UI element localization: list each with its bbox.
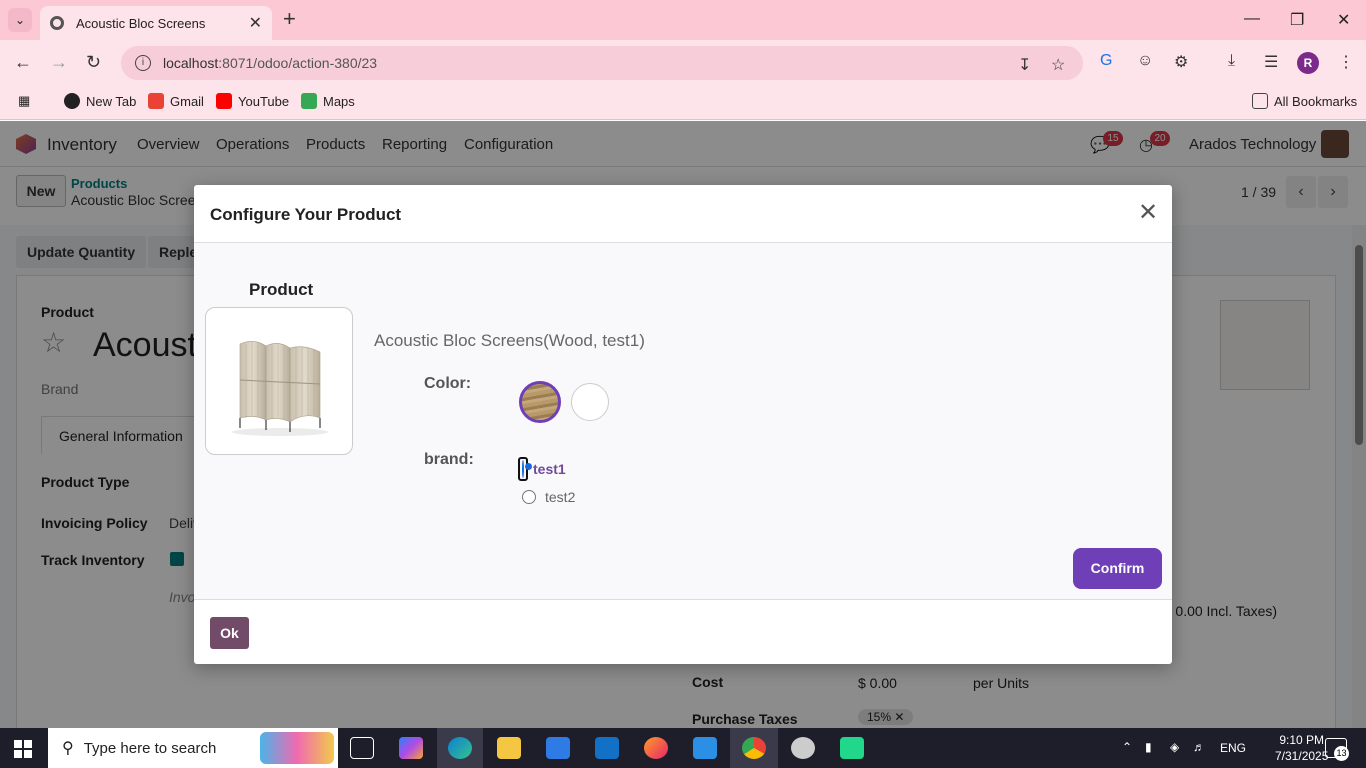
windows-taskbar: ⚲ Type here to search ⌃ ▮ ◈ ♬ ENG 9:10 P… [0, 728, 1366, 768]
folder-icon [1252, 93, 1268, 109]
new-tab-favicon-icon [64, 93, 80, 109]
task-view-icon[interactable] [350, 737, 374, 759]
dialog-close-icon[interactable]: ✕ [1138, 201, 1158, 225]
taskbar-search-placeholder: Type here to search [83, 739, 217, 757]
wifi-icon[interactable]: ◈ [1170, 740, 1179, 754]
gmail-icon [148, 93, 164, 109]
bookmark-star-icon[interactable]: ☆ [1051, 55, 1065, 75]
bookmark-new-tab[interactable]: New Tab [64, 93, 136, 109]
brand-attribute-label: brand: [424, 451, 474, 468]
reload-icon[interactable]: ↻ [86, 52, 101, 73]
windows-start-icon[interactable] [14, 740, 32, 758]
copilot-icon[interactable] [399, 737, 423, 759]
back-icon[interactable]: ← [14, 52, 32, 73]
brand-radio-test2[interactable] [522, 490, 536, 504]
browser-tab[interactable]: Acoustic Bloc Screens ✕ [40, 6, 272, 40]
url-text: localhost:8071/odoo/action-380/23 [163, 55, 378, 71]
pycharm-icon[interactable] [840, 737, 864, 759]
store-icon[interactable] [546, 737, 570, 759]
translate-icon[interactable]: G [1100, 52, 1112, 70]
bookmarks-bar: ▦ New Tab Gmail YouTube Maps All Bookmar… [0, 86, 1366, 120]
language-indicator[interactable]: ENG [1220, 741, 1246, 755]
forward-icon[interactable]: → [50, 52, 68, 73]
search-highlight-image [260, 732, 334, 764]
battery-icon[interactable]: ▮ [1145, 740, 1152, 754]
clock-time: 9:10 PM [1279, 733, 1325, 747]
firefox-icon[interactable] [644, 737, 668, 759]
all-bookmarks[interactable]: All Bookmarks [1252, 93, 1357, 109]
tab-favicon-icon [50, 16, 64, 30]
color-attribute-label: Color: [424, 375, 472, 392]
brand-option-test2[interactable]: test2 [522, 489, 575, 505]
downloads-icon[interactable]: ⤓ [1228, 52, 1235, 70]
restore-icon[interactable]: ❐ [1290, 10, 1304, 30]
configure-product-dialog: Configure Your Product ✕ Product Acousti… [194, 185, 1172, 664]
browser-tab-strip: ⌄ Acoustic Bloc Screens ✕ + — ❐ ✕ [0, 0, 1366, 40]
brand-radio-test1[interactable] [522, 460, 524, 478]
maps-icon [301, 93, 317, 109]
radio-focus-ring [518, 457, 528, 481]
site-info-icon[interactable]: i [135, 55, 151, 71]
browser-menu-icon[interactable]: ⋮ [1338, 52, 1354, 72]
outlook-icon[interactable] [595, 737, 619, 759]
color-swatch-wood[interactable] [519, 381, 561, 423]
brand-option-test1[interactable]: test1 [518, 457, 566, 481]
window-close-icon[interactable]: ✕ [1337, 10, 1350, 30]
brand-option-label-test2: test2 [545, 489, 576, 505]
dialog-title: Configure Your Product [210, 205, 402, 224]
vscode-icon[interactable] [693, 737, 717, 759]
youtube-icon [216, 93, 232, 109]
browser-toolbar: ← → ↻ i localhost:8071/odoo/action-380/2… [0, 40, 1366, 86]
product-image [205, 307, 353, 455]
ok-button[interactable]: Ok [210, 617, 249, 649]
edge-icon[interactable] [448, 737, 472, 759]
tab-search-chevron-icon[interactable]: ⌄ [8, 8, 32, 32]
variant-display-name: Acoustic Bloc Screens(Wood, test1) [374, 331, 645, 350]
install-app-icon[interactable]: ↧ [1018, 55, 1031, 75]
extension-avatar-icon[interactable]: ☺ [1137, 52, 1153, 70]
bookmark-gmail[interactable]: Gmail [148, 93, 204, 109]
taskbar-search[interactable]: ⚲ Type here to search [48, 728, 338, 768]
dialog-footer: Ok [194, 599, 1172, 664]
product-column-header: Product [249, 280, 314, 299]
bookmark-youtube[interactable]: YouTube [216, 93, 289, 109]
tab-title: Acoustic Bloc Screens [76, 15, 206, 31]
color-swatch-white[interactable] [571, 383, 609, 421]
minimize-icon[interactable]: — [1244, 10, 1260, 28]
new-tab-icon[interactable]: + [283, 8, 296, 30]
profile-avatar[interactable]: R [1297, 52, 1319, 74]
volume-icon[interactable]: ♬ [1193, 740, 1205, 754]
dialog-header: Configure Your Product ✕ [194, 185, 1172, 243]
extensions-icon[interactable]: ⚙ [1174, 52, 1188, 72]
settings-gear-icon[interactable] [791, 737, 815, 759]
address-bar[interactable]: i localhost:8071/odoo/action-380/23 ↧ ☆ [121, 46, 1083, 80]
taskbar-clock[interactable]: 9:10 PM 7/31/2025 [1275, 732, 1328, 764]
notification-count: 13 [1334, 746, 1349, 761]
acoustic-screen-illustration [232, 341, 328, 436]
file-explorer-icon[interactable] [497, 737, 521, 759]
tray-overflow-icon[interactable]: ⌃ [1122, 740, 1132, 754]
chrome-icon[interactable] [742, 737, 766, 759]
brand-option-label-test1: test1 [533, 461, 566, 477]
search-icon: ⚲ [62, 740, 74, 757]
dialog-body: Product Acoustic Bloc Screens(Wood, test… [194, 243, 1172, 599]
bookmark-maps[interactable]: Maps [301, 93, 355, 109]
media-control-icon[interactable]: ☰ [1264, 52, 1278, 72]
apps-grid-icon[interactable]: ▦ [18, 93, 30, 109]
tab-close-icon[interactable]: ✕ [249, 13, 262, 33]
confirm-button[interactable]: Confirm [1073, 548, 1162, 589]
clock-date: 7/31/2025 [1275, 749, 1329, 763]
